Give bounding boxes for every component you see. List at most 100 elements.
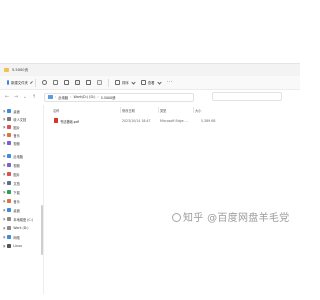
sidebar-scrollbar[interactable]	[41, 205, 43, 255]
chevron-down-icon	[2, 154, 6, 158]
sidebar-item-docs[interactable]: 文档	[2, 180, 20, 186]
cut-button[interactable]	[39, 78, 50, 88]
more-icon: ···	[166, 79, 173, 85]
column-divider[interactable]	[158, 107, 159, 113]
chevron-right-icon	[2, 235, 6, 239]
command-bar: 新建文件夹 排序 查看 ···	[0, 76, 300, 90]
sidebar-item-documents[interactable]: 收人文档	[2, 116, 27, 122]
sidebar-item-label: 此电脑	[13, 154, 23, 159]
music-icon	[7, 199, 12, 203]
sort-icon	[115, 80, 120, 85]
file-type: Microsoft Edge ...	[160, 118, 188, 123]
pc-icon	[48, 95, 53, 99]
sidebar-item-label: 收人文档	[13, 117, 27, 122]
rename-button[interactable]	[72, 78, 83, 88]
sidebar-item-pictures-2[interactable]: 图片	[2, 171, 20, 177]
video-icon	[7, 141, 12, 145]
chevron-right-icon	[2, 117, 6, 121]
column-divider[interactable]	[193, 107, 194, 113]
view-label: 查看	[147, 81, 155, 85]
sort-button[interactable]: 排序	[112, 78, 138, 88]
pdf-icon	[54, 118, 58, 123]
search-input[interactable]	[212, 92, 282, 101]
linux-icon	[7, 244, 12, 248]
chevron-right-icon	[2, 109, 6, 113]
sidebar-item-linux[interactable]: Linux	[2, 243, 22, 249]
chevron-down-icon	[131, 79, 136, 85]
drive-icon	[7, 226, 12, 230]
sidebar-item-videos[interactable]: 视频	[2, 140, 20, 146]
breadcrumb-pc[interactable]: 此电脑	[58, 95, 68, 100]
breadcrumb-folder[interactable]: 5.5000册	[101, 95, 116, 100]
file-size: 5,389 KB	[201, 118, 216, 123]
chevron-right-icon	[2, 190, 6, 194]
sidebar-item-label: 桌面	[13, 208, 20, 213]
sidebar-item-label: 图片	[13, 125, 20, 130]
column-header-name[interactable]: 名称	[53, 108, 59, 113]
copy-icon	[53, 80, 58, 85]
column-header-type[interactable]: 类型	[160, 108, 166, 113]
forward-arrow-icon[interactable]: →	[13, 94, 19, 100]
sidebar-item-pictures[interactable]: 图片	[2, 124, 20, 130]
file-date: 2023/10/14 18:47	[122, 118, 151, 123]
drive-icon	[7, 217, 12, 221]
column-header-date[interactable]: 修改日期	[122, 108, 135, 113]
back-arrow-icon[interactable]: ←	[4, 94, 10, 100]
file-name: 书法基础.pdf	[60, 119, 79, 124]
toolbar-divider	[35, 78, 36, 87]
window-title: 5.5000页	[12, 67, 29, 72]
sidebar-item-network[interactable]: 网络	[2, 234, 20, 240]
share-button[interactable]	[83, 78, 94, 88]
chevron-right-icon	[2, 217, 6, 221]
up-arrow-icon[interactable]: ↑	[31, 94, 37, 100]
sidebar-item-videos-2[interactable]: 视频	[2, 162, 20, 168]
sort-label: 排序	[122, 81, 129, 85]
picture-icon	[7, 125, 12, 129]
column-divider[interactable]	[120, 107, 121, 113]
delete-button[interactable]	[94, 78, 105, 88]
chevron-right-icon	[2, 141, 6, 145]
sidebar-item-music[interactable]: 音乐	[2, 132, 20, 138]
address-bar[interactable]: › 此电脑 › Work(D:) (D:) › 5.5000册	[44, 92, 194, 102]
file-list: 名称 修改日期 类型 大小 书法基础.pdf 2023/10/14 18:47 …	[45, 105, 300, 294]
copy-button[interactable]	[50, 78, 61, 88]
sidebar-item-desktop-2[interactable]: 桌面	[2, 207, 20, 213]
chevron-right-icon	[2, 172, 6, 176]
sidebar-item-desktop[interactable]: 桌面	[2, 108, 20, 114]
navigation-pane: 桌面 收人文档 图片 音乐 视频 此电脑 视频 图片 文档 下载 音乐 桌面 本…	[0, 105, 44, 294]
watermark-text: 知乎 @百度网盘羊毛党	[183, 213, 290, 224]
chevron-down-icon	[30, 80, 33, 84]
paste-button[interactable]	[61, 78, 72, 88]
chevron-right-icon	[2, 181, 6, 185]
pc-icon	[7, 154, 12, 158]
sidebar-item-downloads[interactable]: 下载	[2, 189, 20, 195]
sidebar-item-this-pc[interactable]: 此电脑	[2, 153, 23, 159]
new-label: 新建文件夹	[11, 81, 28, 85]
rename-icon	[75, 80, 80, 85]
share-icon	[86, 80, 91, 85]
chevron-right-icon	[2, 125, 6, 129]
sidebar-item-label: 本地磁盘 (C:)	[13, 217, 33, 222]
view-button[interactable]: 查看	[138, 78, 164, 88]
sidebar-item-label: Linux	[13, 244, 22, 248]
chevron-right-icon	[2, 133, 6, 137]
more-button[interactable]: ···	[164, 78, 176, 88]
cut-icon	[42, 80, 47, 85]
recent-chevron-icon[interactable]: ⌄	[22, 94, 28, 100]
sidebar-item-label: 音乐	[13, 199, 20, 204]
sidebar-item-music-2[interactable]: 音乐	[2, 198, 20, 204]
chevron-right-icon	[2, 244, 6, 248]
breadcrumb-drive[interactable]: Work(D:) (D:)	[74, 95, 96, 99]
sidebar-item-drive-c[interactable]: 本地磁盘 (C:)	[2, 216, 33, 222]
sidebar-item-label: 网络	[13, 235, 20, 240]
sidebar-item-drive-d[interactable]: Work (D:)	[2, 225, 29, 231]
folder-icon	[4, 68, 9, 72]
chevron-down-icon	[156, 79, 162, 85]
sidebar-item-label: 音乐	[13, 133, 20, 138]
table-row[interactable]: 书法基础.pdf 2023/10/14 18:47 Microsoft Edge…	[51, 117, 226, 124]
sidebar-item-label: 下载	[13, 190, 20, 195]
column-header-size[interactable]: 大小	[195, 108, 201, 113]
new-button[interactable]: 新建文件夹	[4, 78, 33, 88]
video-icon	[7, 163, 12, 167]
title-bar: 5.5000页	[0, 64, 300, 76]
